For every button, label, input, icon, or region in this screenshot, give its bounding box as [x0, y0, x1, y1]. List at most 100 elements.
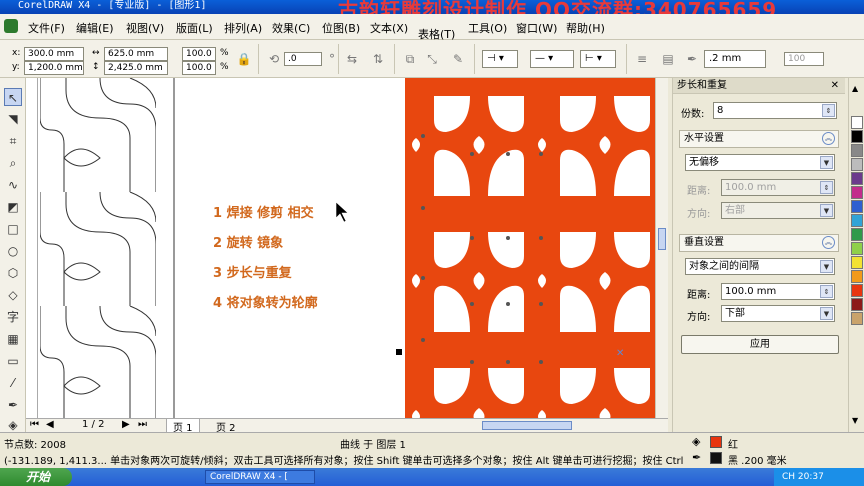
- zoom-tool-icon[interactable]: ⌕: [4, 154, 22, 172]
- crop-tool-icon[interactable]: ⌗: [4, 132, 22, 150]
- v-direction-select[interactable]: 下部 ▼: [721, 305, 835, 322]
- status-bar: 节点数: 2008 曲线 于 图层 1 (-131.189, 1,411.3..…: [0, 432, 864, 468]
- palette-scroll-down-icon[interactable]: ▼: [852, 416, 858, 425]
- page-next-icon[interactable]: ▶: [122, 419, 130, 430]
- menu-edit[interactable]: 编辑(E): [76, 20, 114, 36]
- blend-tool-icon[interactable]: ▭: [4, 352, 22, 370]
- menu-bitmaps[interactable]: 位图(B): [322, 20, 360, 36]
- rotation-field[interactable]: .0: [284, 52, 322, 66]
- step-2: 2 旋转 镜象: [213, 236, 284, 251]
- palette-scroll-up-icon[interactable]: ▲: [852, 84, 858, 93]
- scale-x-field[interactable]: 100.0: [182, 47, 216, 61]
- menu-text[interactable]: 文本(X): [370, 20, 408, 36]
- taskbar-item-coreldraw[interactable]: CorelDRAW X4 - [: [205, 470, 315, 484]
- copies-input[interactable]: 8 ⇕: [713, 102, 837, 119]
- basic-shapes-tool-icon[interactable]: ◇: [4, 286, 22, 304]
- vertical-ruler: [26, 78, 38, 418]
- horizontal-settings-header[interactable]: 水平设置 ︽: [679, 130, 839, 148]
- fill-color-swatch[interactable]: [710, 436, 722, 448]
- x-position-field[interactable]: 300.0 mm: [24, 47, 84, 61]
- x-label: x:: [12, 48, 21, 58]
- freehand-tool-icon[interactable]: ∿: [4, 176, 22, 194]
- page-first-icon[interactable]: ⏮: [30, 419, 39, 430]
- line-style-dropdown[interactable]: — ▾: [530, 50, 574, 68]
- chevron-down-icon: ▼: [820, 307, 833, 320]
- selection-handle[interactable]: [396, 349, 402, 355]
- page-last-icon[interactable]: ⏭: [138, 419, 147, 430]
- palette-swatch[interactable]: [851, 214, 863, 227]
- vertical-settings-header[interactable]: 垂直设置 ︽: [679, 234, 839, 252]
- ellipse-tool-icon[interactable]: ○: [4, 242, 22, 260]
- orange-lattice-pattern[interactable]: [405, 78, 655, 418]
- palette-swatch[interactable]: [851, 116, 863, 129]
- smart-fill-tool-icon[interactable]: ◩: [4, 198, 22, 216]
- lock-ratio-icon[interactable]: 🔒: [236, 51, 252, 67]
- outline-tool-icon[interactable]: ✒: [4, 396, 22, 414]
- collapse-icon[interactable]: ︽: [822, 132, 835, 145]
- vertical-scrollbar[interactable]: [655, 78, 668, 418]
- zoom-level-field[interactable]: 100: [784, 52, 824, 66]
- table-tool-icon[interactable]: ▦: [4, 330, 22, 348]
- docker-close-icon[interactable]: ✕: [831, 78, 839, 94]
- vertical-mode-select[interactable]: 对象之间的间隔 ▼: [685, 258, 835, 275]
- apply-button[interactable]: 应用: [681, 335, 839, 354]
- page-prev-icon[interactable]: ◀: [46, 419, 54, 430]
- palette-swatch[interactable]: [851, 312, 863, 325]
- menu-bar: 文件(F) 编辑(E) 视图(V) 版面(L) 排列(A) 效果(C) 位图(B…: [0, 14, 864, 41]
- y-position-field[interactable]: 1,200.0 mm: [24, 61, 84, 75]
- outline-color-swatch[interactable]: [710, 452, 722, 464]
- drawing-canvas[interactable]: ✕ 1 焊接 修剪 相交 2 旋转 镜象 3 步长与重复 4 将对象转为轮廓: [38, 78, 668, 418]
- menu-effects[interactable]: 效果(C): [272, 20, 310, 36]
- palette-swatch[interactable]: [851, 284, 863, 297]
- v-distance-input[interactable]: 100.0 mm ⇕: [721, 283, 835, 300]
- palette-swatch[interactable]: [851, 256, 863, 269]
- palette-swatch[interactable]: [851, 172, 863, 185]
- horizontal-mode-select[interactable]: 无偏移 ▼: [685, 154, 835, 171]
- palette-swatch[interactable]: [851, 200, 863, 213]
- collapse-icon[interactable]: ︽: [822, 236, 835, 249]
- scroll-thumb[interactable]: [658, 228, 666, 250]
- eyedropper-tool-icon[interactable]: ⁄: [4, 374, 22, 392]
- palette-swatch[interactable]: [851, 130, 863, 143]
- text-tool-icon[interactable]: 字: [4, 308, 22, 326]
- pick-tool-icon[interactable]: ↖: [4, 88, 22, 106]
- fill-color-label: 红: [728, 440, 738, 451]
- break-apart-icon[interactable]: ⤡: [424, 51, 440, 67]
- palette-swatch[interactable]: [851, 242, 863, 255]
- menu-arrange[interactable]: 排列(A): [224, 20, 262, 36]
- end-arrow-dropdown[interactable]: ⊢ ▾: [580, 50, 616, 68]
- menu-window[interactable]: 窗口(W): [516, 20, 557, 36]
- convert-to-curves-icon[interactable]: ✎: [450, 51, 466, 67]
- palette-swatch[interactable]: [851, 186, 863, 199]
- outline-pattern[interactable]: [40, 78, 156, 418]
- height-field[interactable]: 2,425.0 mm: [104, 61, 168, 75]
- wrap-text-icon[interactable]: ≡: [634, 51, 650, 67]
- menu-layout[interactable]: 版面(L): [176, 20, 213, 36]
- horizontal-scroll-thumb[interactable]: [482, 421, 572, 430]
- docker-title: 步长和重复 ✕: [673, 78, 845, 94]
- menu-tools[interactable]: 工具(O): [468, 20, 507, 36]
- outline-label: 黑 .200 毫米: [728, 456, 787, 467]
- outline-width-dropdown[interactable]: .2 mm: [704, 50, 766, 68]
- shape-tool-icon[interactable]: ◥: [4, 110, 22, 128]
- start-button[interactable]: 开始: [0, 468, 72, 486]
- menu-help[interactable]: 帮助(H): [566, 20, 605, 36]
- palette-swatch[interactable]: [851, 144, 863, 157]
- menu-view[interactable]: 视图(V): [126, 20, 164, 36]
- palette-swatch[interactable]: [851, 298, 863, 311]
- combine-icon[interactable]: ⧉: [402, 51, 418, 67]
- palette-swatch[interactable]: [851, 228, 863, 241]
- palette-swatch[interactable]: [851, 158, 863, 171]
- menu-file[interactable]: 文件(F): [28, 20, 65, 36]
- palette-swatch[interactable]: [851, 270, 863, 283]
- polygon-tool-icon[interactable]: ⬡: [4, 264, 22, 282]
- mirror-horizontal-icon[interactable]: ⇆: [344, 51, 360, 67]
- spinner-icon[interactable]: ⇕: [820, 285, 833, 298]
- scale-y-field[interactable]: 100.0: [182, 61, 216, 75]
- rectangle-tool-icon[interactable]: □: [4, 220, 22, 238]
- outline-pen-icon[interactable]: ▤: [660, 51, 676, 67]
- spinner-icon[interactable]: ⇕: [822, 104, 835, 117]
- start-arrow-dropdown[interactable]: ⊣ ▾: [482, 50, 518, 68]
- mirror-vertical-icon[interactable]: ⇅: [370, 51, 386, 67]
- width-field[interactable]: 625.0 mm: [104, 47, 168, 61]
